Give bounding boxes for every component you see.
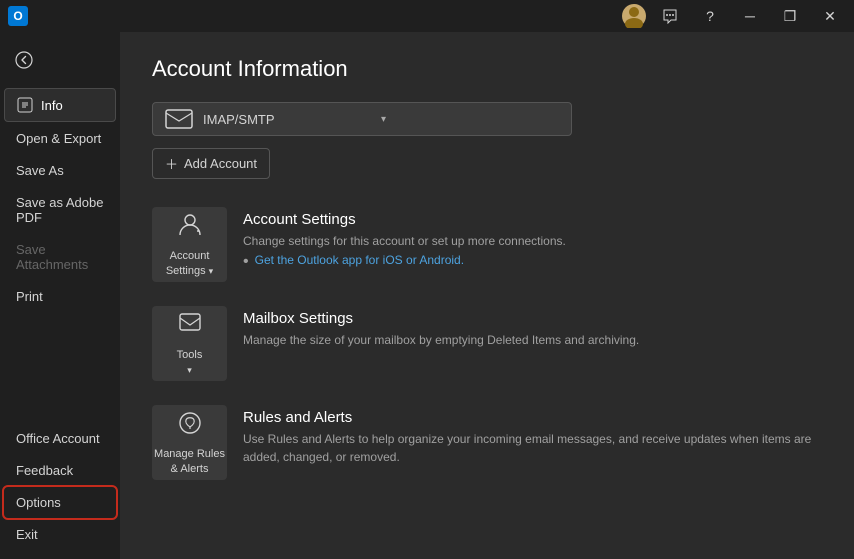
sidebar-item-info-label: Info [41,98,63,113]
sidebar-item-open-export-label: Open & Export [16,131,101,146]
sidebar-item-feedback-label: Feedback [16,463,73,478]
account-settings-content: Account Settings Change settings for thi… [243,207,822,271]
help-icon[interactable]: ? [694,2,726,30]
sidebar-item-office-account[interactable]: Office Account [4,423,116,454]
rules-alerts-icon [176,409,204,443]
close-button[interactable]: ✕ [814,2,846,30]
account-settings-title: Account Settings [243,211,822,228]
account-settings-button[interactable]: AccountSettings ▾ [152,207,227,282]
tools-icon-label: Tools▾ [177,348,203,377]
account-dropdown-value: IMAP/SMTP [203,112,381,127]
feedback-icon[interactable] [654,2,686,30]
sidebar-item-print-label: Print [16,289,43,304]
add-account-plus-icon: ＋ [165,154,178,173]
title-bar-left: O [8,6,28,26]
sidebar-item-options[interactable]: Options [4,487,116,518]
content-area: Account Information IMAP/SMTP ▾ ＋ Add Ac… [120,32,854,559]
sidebar-item-options-label: Options [16,495,61,510]
account-settings-icon [176,211,204,245]
rules-alerts-button[interactable]: Manage Rules& Alerts [152,405,227,480]
account-dropdown[interactable]: IMAP/SMTP ▾ [152,102,572,136]
rules-alerts-content: Rules and Alerts Use Rules and Alerts to… [243,405,822,466]
account-email-icon [165,109,193,129]
bullet-icon: • [243,253,249,271]
main-layout: Info Open & Export Save As Save as Adobe… [0,32,854,559]
mailbox-settings-title: Mailbox Settings [243,310,822,327]
sidebar-item-info[interactable]: Info [4,88,116,122]
minimize-button[interactable]: ─ [734,2,766,30]
sidebar-item-save-adobe-label: Save as Adobe PDF [16,195,104,225]
rules-alerts-title: Rules and Alerts [243,409,822,426]
restore-button[interactable]: ❐ [774,2,806,30]
add-account-label: Add Account [184,156,257,171]
account-settings-icon-label: AccountSettings ▾ [166,249,213,278]
title-bar: O ? ─ ❐ ✕ [0,0,854,32]
sidebar-item-save-attachments-label: Save Attachments [16,242,104,272]
rules-alerts-card: Manage Rules& Alerts Rules and Alerts Us… [152,397,822,488]
account-settings-link-item: • Get the Outlook app for iOS or Android… [243,253,822,271]
sidebar-item-open-export[interactable]: Open & Export [4,123,116,154]
mailbox-settings-content: Mailbox Settings Manage the size of your… [243,306,822,349]
sidebar-item-office-account-label: Office Account [16,431,100,446]
sidebar: Info Open & Export Save As Save as Adobe… [0,32,120,559]
add-account-button[interactable]: ＋ Add Account [152,148,270,179]
sidebar-bottom: Office Account Feedback Options Exit [0,422,120,559]
sidebar-top: Info Open & Export Save As Save as Adobe… [0,40,120,422]
avatar-area: ? ─ ❐ ✕ [622,2,846,30]
account-settings-card: AccountSettings ▾ Account Settings Chang… [152,199,822,290]
back-button[interactable] [8,44,40,76]
mailbox-settings-card: Tools▾ Mailbox Settings Manage the size … [152,298,822,389]
sidebar-item-save-as-label: Save As [16,163,64,178]
sidebar-item-exit-label: Exit [16,527,38,542]
sidebar-item-save-adobe[interactable]: Save as Adobe PDF [4,187,116,233]
sidebar-item-print[interactable]: Print [4,281,116,312]
dropdown-chevron-icon: ▾ [381,114,559,125]
mailbox-settings-desc: Manage the size of your mailbox by empty… [243,331,822,349]
tools-icon [176,310,204,344]
ios-android-link[interactable]: Get the Outlook app for iOS or Android. [255,253,464,267]
mailbox-settings-button[interactable]: Tools▾ [152,306,227,381]
rules-alerts-desc: Use Rules and Alerts to help organize yo… [243,430,822,466]
outlook-logo-icon: O [8,6,28,26]
sidebar-item-feedback[interactable]: Feedback [4,455,116,486]
account-settings-desc: Change settings for this account or set … [243,232,822,250]
user-avatar[interactable] [622,4,646,28]
page-title: Account Information [152,56,822,82]
sidebar-item-save-as[interactable]: Save As [4,155,116,186]
sidebar-item-exit[interactable]: Exit [4,519,116,550]
rules-alerts-icon-label: Manage Rules& Alerts [154,447,225,476]
sidebar-item-save-attachments: Save Attachments [4,234,116,280]
